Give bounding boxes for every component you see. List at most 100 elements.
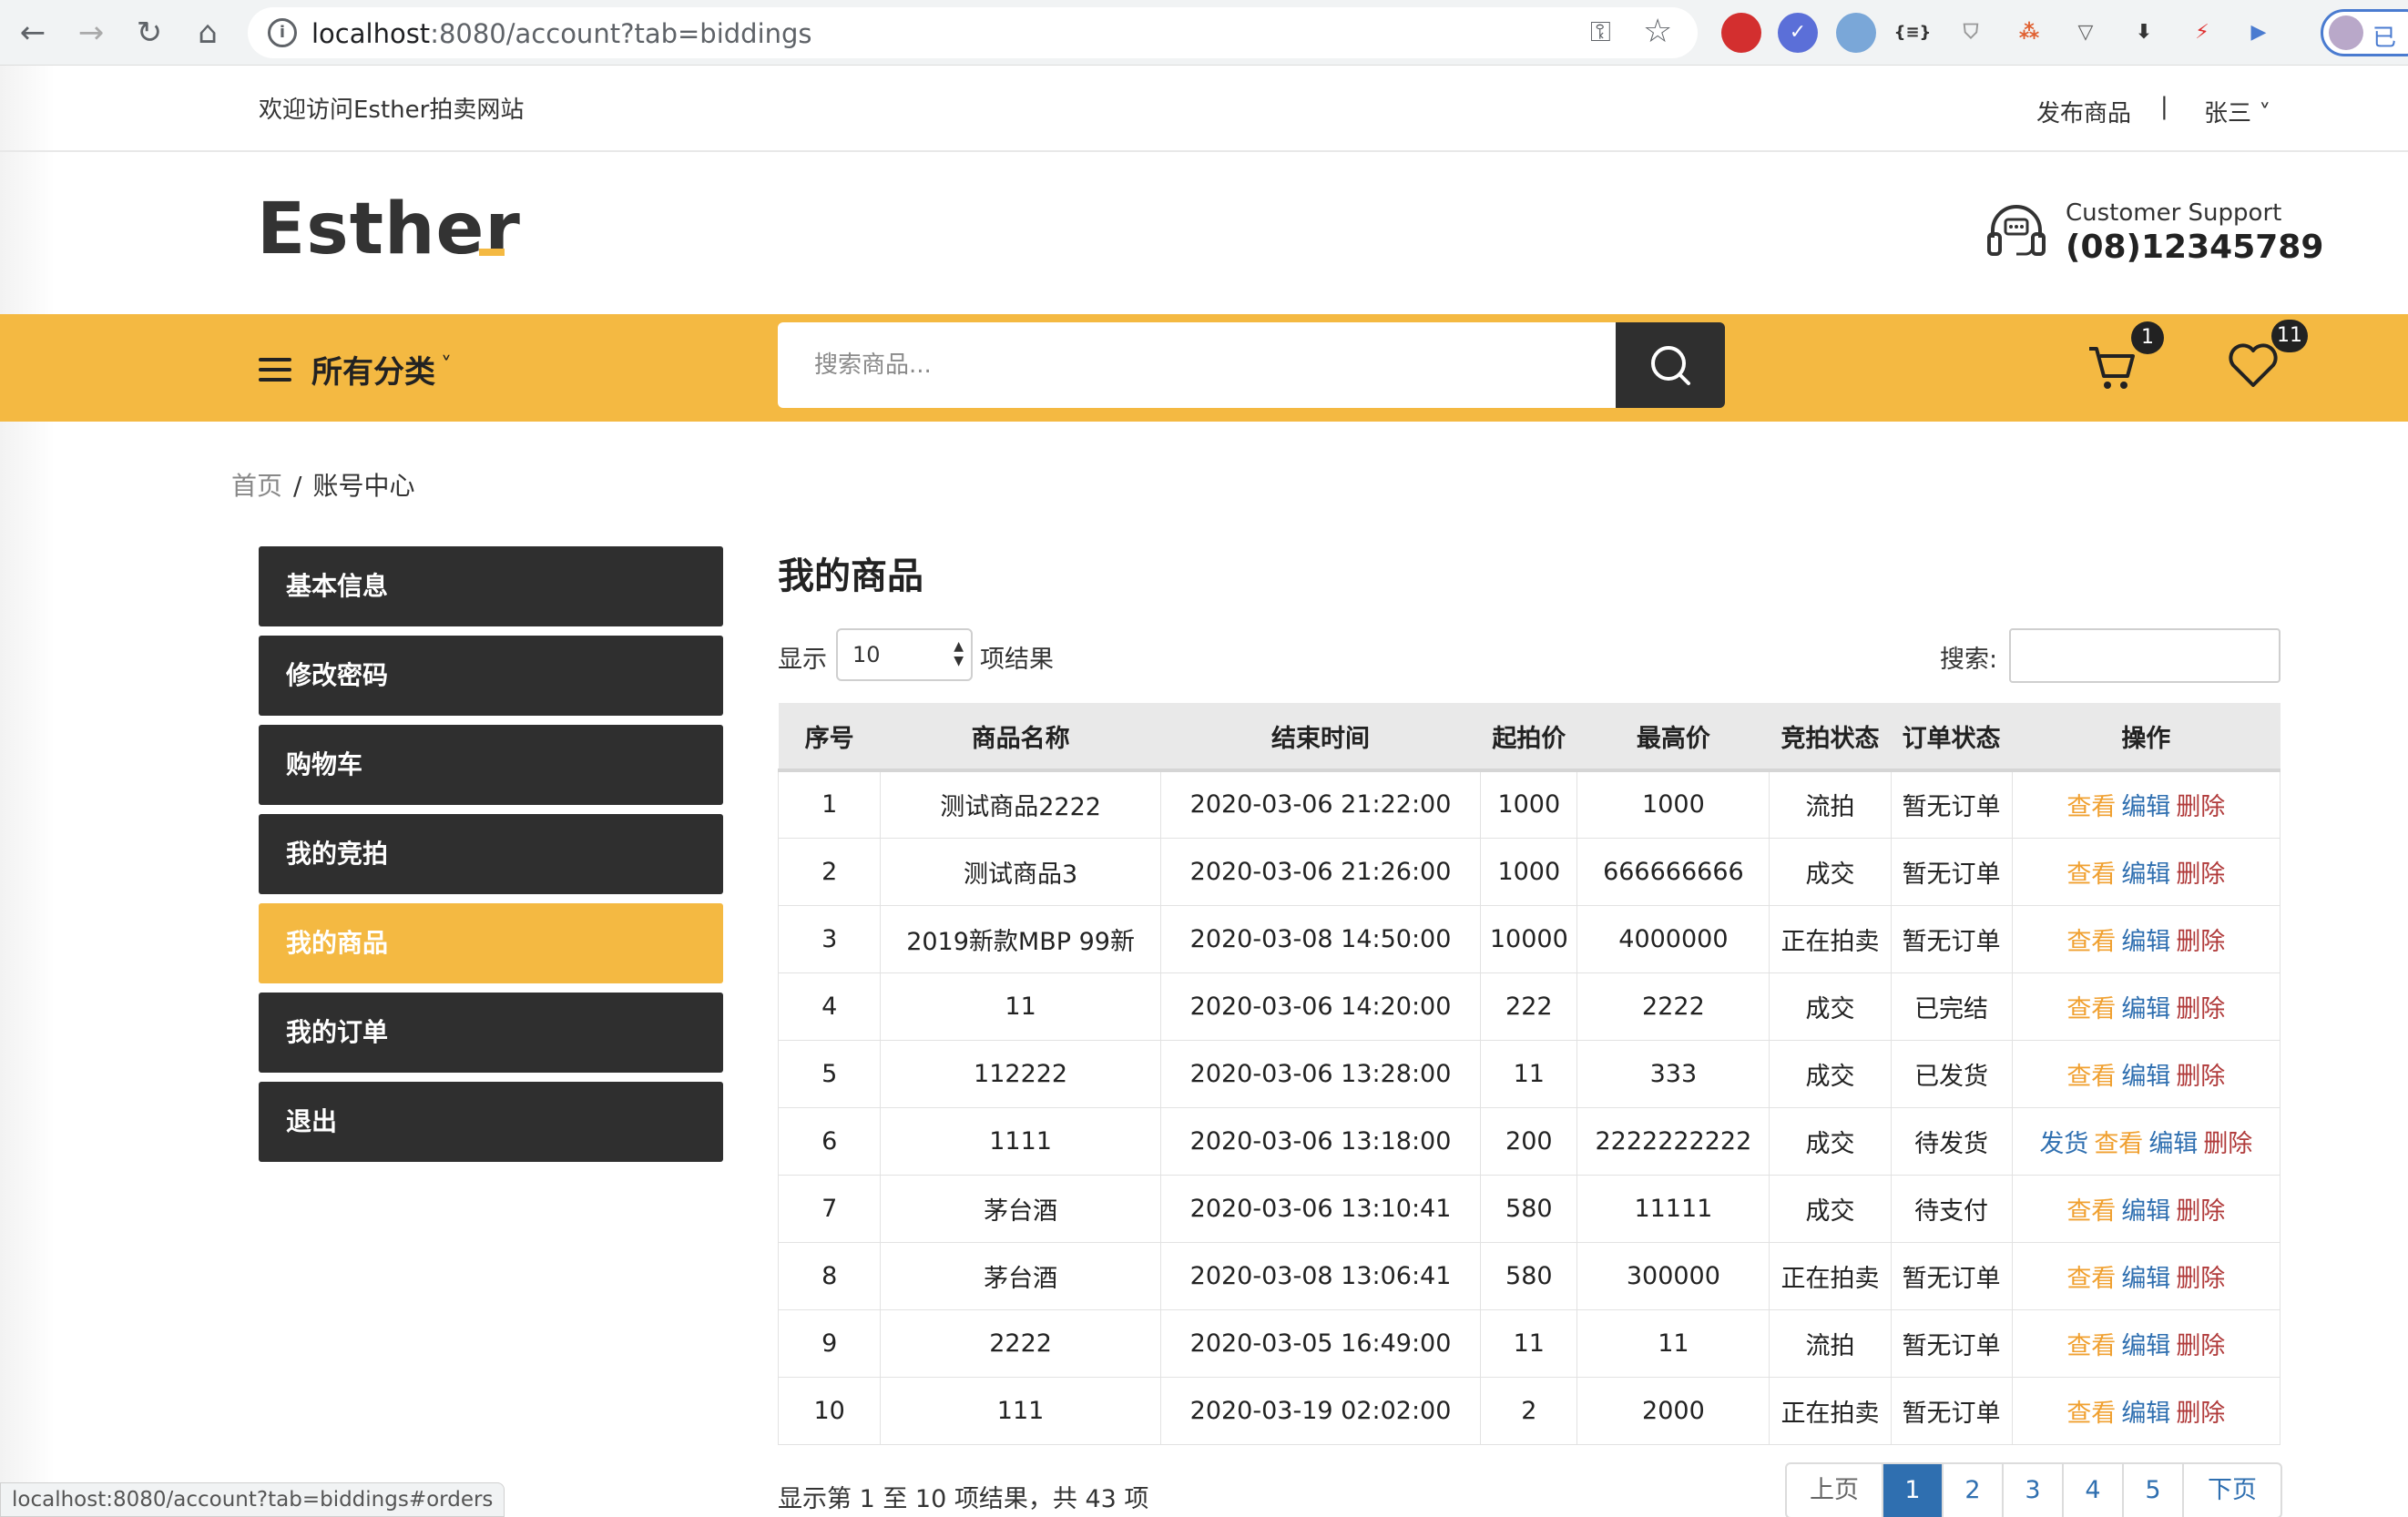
search-button[interactable]: [1616, 322, 1725, 408]
sidebar-item-my-bids[interactable]: 我的竞拍: [259, 814, 723, 894]
delete-link[interactable]: 删除: [2176, 928, 2225, 956]
page-button-5[interactable]: 5: [2124, 1464, 2184, 1517]
extension-play-icon[interactable]: ▶: [2239, 13, 2279, 53]
product-name-link[interactable]: 茅台酒: [880, 1241, 1161, 1310]
sidebar-item-logout[interactable]: 退出: [259, 1082, 723, 1162]
key-icon[interactable]: ⚿: [1590, 16, 1611, 48]
sidebar-item-change-password[interactable]: 修改密码: [259, 636, 723, 716]
view-link[interactable]: 查看: [2066, 928, 2116, 956]
table-info: 显示第 1 至 10 项结果，共 43 项: [778, 1485, 1149, 1513]
breadcrumb-home[interactable]: 首页: [231, 471, 282, 501]
search-input[interactable]: [778, 322, 1617, 408]
delete-link[interactable]: 删除: [2176, 1197, 2225, 1226]
extension-shield-icon[interactable]: [1721, 13, 1761, 53]
edit-link[interactable]: 编辑: [2121, 860, 2170, 889]
edit-link[interactable]: 编辑: [2148, 1130, 2198, 1158]
info-icon[interactable]: i: [268, 18, 297, 47]
highest-price: 1000: [1576, 769, 1770, 839]
column-header[interactable]: 结束时间: [1160, 703, 1481, 772]
home-icon[interactable]: ⌂: [188, 13, 228, 53]
edit-link[interactable]: 编辑: [2121, 1197, 2170, 1226]
view-link[interactable]: 查看: [2066, 1063, 2116, 1091]
product-name-link[interactable]: 测试商品3: [880, 837, 1161, 906]
forward-icon[interactable]: →: [71, 13, 111, 53]
delete-link[interactable]: 删除: [2176, 1063, 2225, 1091]
view-link[interactable]: 查看: [2066, 1400, 2116, 1428]
page-button-4[interactable]: 4: [2064, 1464, 2124, 1517]
product-name-link[interactable]: 111: [880, 1376, 1161, 1445]
edit-link[interactable]: 编辑: [2121, 793, 2170, 821]
edit-link[interactable]: 编辑: [2121, 928, 2170, 956]
product-name-link[interactable]: 11: [880, 972, 1161, 1041]
delete-link[interactable]: 删除: [2203, 1130, 2252, 1158]
sidebar-item-my-orders[interactable]: 我的订单: [259, 993, 723, 1073]
page-button-1[interactable]: 1: [1883, 1464, 1944, 1517]
ship-link[interactable]: 发货: [2039, 1130, 2088, 1158]
hamburger-icon[interactable]: [259, 358, 291, 382]
column-header[interactable]: 商品名称: [880, 703, 1161, 772]
delete-link[interactable]: 删除: [2176, 995, 2225, 1023]
address-bar[interactable]: i localhost:8080/account?tab=biddings ⚿ …: [248, 7, 1698, 58]
edit-link[interactable]: 编辑: [2121, 1265, 2170, 1293]
view-link[interactable]: 查看: [2066, 995, 2116, 1023]
star-icon[interactable]: ☆: [1643, 13, 1672, 50]
edit-link[interactable]: 编辑: [2121, 1063, 2170, 1091]
view-link[interactable]: 查看: [2094, 1130, 2143, 1158]
sidebar-item-cart[interactable]: 购物车: [259, 725, 723, 805]
publish-link[interactable]: 发布商品: [2036, 95, 2131, 128]
product-name-link[interactable]: 茅台酒: [880, 1174, 1161, 1243]
page-button-2[interactable]: 2: [1944, 1464, 2004, 1517]
browser-toolbar: ← → ↻ ⌂ i localhost:8080/account?tab=bid…: [0, 0, 2408, 66]
filter-input[interactable]: [2009, 628, 2280, 683]
chevron-down-icon[interactable]: ˅: [441, 352, 452, 378]
extension-flash-icon[interactable]: ⚡: [2182, 13, 2222, 53]
delete-link[interactable]: 删除: [2176, 1265, 2225, 1293]
column-header[interactable]: 起拍价: [1480, 703, 1577, 772]
column-header[interactable]: 最高价: [1576, 703, 1770, 772]
extension-vue-icon[interactable]: ▽: [2066, 13, 2106, 53]
next-page-button[interactable]: 下页: [2184, 1464, 2280, 1517]
view-link[interactable]: 查看: [2066, 860, 2116, 889]
product-name-link[interactable]: 测试商品2222: [880, 769, 1161, 839]
extension-bookmark-icon[interactable]: ⛉: [1951, 13, 1991, 53]
end-time: 2020-03-06 13:10:41: [1159, 1174, 1482, 1243]
cart-icon[interactable]: [2087, 341, 2138, 392]
site-logo[interactable]: Esther: [257, 188, 521, 270]
categories-menu[interactable]: 所有分类: [311, 347, 435, 392]
heart-icon[interactable]: [2228, 341, 2279, 389]
view-link[interactable]: 查看: [2066, 793, 2116, 821]
view-link[interactable]: 查看: [2066, 1332, 2116, 1360]
extension-check-icon[interactable]: ✓: [1778, 13, 1818, 53]
delete-link[interactable]: 删除: [2176, 860, 2225, 889]
extension-json-icon[interactable]: {≡}: [1893, 13, 1933, 53]
product-name-link[interactable]: 112222: [880, 1039, 1161, 1108]
reload-icon[interactable]: ↻: [129, 13, 169, 53]
extension-network-icon[interactable]: ⁂: [2009, 13, 2049, 53]
delete-link[interactable]: 删除: [2176, 793, 2225, 821]
column-header[interactable]: 序号: [778, 703, 881, 772]
back-icon[interactable]: ←: [13, 13, 53, 53]
view-link[interactable]: 查看: [2066, 1265, 2116, 1293]
edit-link[interactable]: 编辑: [2121, 1332, 2170, 1360]
prev-page-button[interactable]: 上页: [1787, 1464, 1883, 1517]
column-header[interactable]: 订单状态: [1891, 703, 2013, 772]
product-name-link[interactable]: 2019新款MBP 99新: [880, 904, 1161, 973]
page-size-select[interactable]: 10 ▲ ▼: [836, 628, 973, 681]
column-header[interactable]: 竞拍状态: [1769, 703, 1892, 772]
product-name-link[interactable]: 2222: [880, 1308, 1161, 1378]
edit-link[interactable]: 编辑: [2121, 1400, 2170, 1428]
delete-link[interactable]: 删除: [2176, 1332, 2225, 1360]
user-menu[interactable]: 张三 ˅: [2204, 95, 2270, 128]
sidebar-item-my-products[interactable]: 我的商品: [259, 903, 723, 983]
page-button-3[interactable]: 3: [2004, 1464, 2064, 1517]
view-link[interactable]: 查看: [2066, 1197, 2116, 1226]
delete-link[interactable]: 删除: [2176, 1400, 2225, 1428]
extension-translate-icon[interactable]: [1836, 13, 1876, 53]
column-header[interactable]: 操作: [2012, 703, 2280, 772]
edit-link[interactable]: 编辑: [2121, 995, 2170, 1023]
sidebar-item-basic-info[interactable]: 基本信息: [259, 546, 723, 626]
download-icon[interactable]: ⬇: [2124, 13, 2164, 53]
profile-button[interactable]: 已: [2321, 9, 2408, 56]
url-text[interactable]: localhost:8080/account?tab=biddings: [311, 18, 812, 49]
product-name-link[interactable]: 1111: [880, 1106, 1161, 1176]
